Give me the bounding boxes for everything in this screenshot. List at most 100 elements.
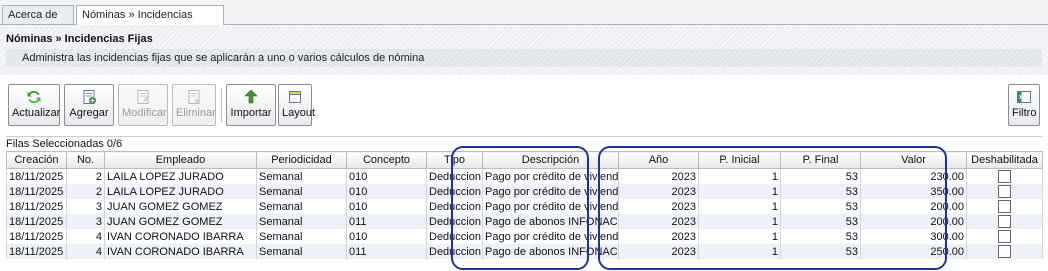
table-row[interactable]: 18/11/2025 4 IVAN CORONADO IBARRA Semana… [6, 229, 1043, 244]
cell-p-final: 53 [780, 244, 861, 259]
cell-no: 3 [66, 199, 105, 214]
disabled-checkbox[interactable] [998, 200, 1011, 213]
add-label: Agregar [69, 107, 109, 119]
disabled-checkbox[interactable] [998, 170, 1011, 183]
cell-p-final: 53 [780, 199, 861, 214]
edit-button[interactable]: Modificar [118, 84, 168, 126]
column-header-concepto[interactable]: Concepto [346, 151, 427, 169]
filter-label: Filtro [1012, 107, 1037, 119]
column-header-p-final[interactable]: P. Final [780, 151, 861, 169]
column-header-tipo[interactable]: Tipo [426, 151, 483, 169]
cell-deshabilitada [966, 214, 1043, 229]
cell-anio: 2023 [618, 229, 699, 244]
cell-p-final: 53 [780, 214, 861, 229]
edit-label: Modificar [122, 107, 167, 119]
import-label: Importar [230, 107, 272, 119]
table-row[interactable]: 18/11/2025 3 JUAN GOMEZ GOMEZ Semanal 01… [6, 199, 1043, 214]
cell-creacion: 18/11/2025 [6, 184, 67, 199]
cell-anio: 2023 [618, 244, 699, 259]
toolbar-separator [221, 88, 222, 122]
column-header-descripcion[interactable]: Descripción [482, 151, 619, 169]
column-header-p-inicial[interactable]: P. Inicial [698, 151, 781, 169]
cell-periodicidad: Semanal [256, 199, 347, 214]
cell-descripcion: Pago de abonos INFONACOT [482, 244, 619, 259]
column-header-empleado[interactable]: Empleado [104, 151, 257, 169]
cell-empleado: IVAN CORONADO IBARRA [104, 229, 257, 244]
filter-button[interactable]: Filtro [1008, 84, 1040, 126]
refresh-button[interactable]: Actualizar [8, 84, 60, 126]
column-header-no[interactable]: No. [66, 151, 105, 169]
cell-p-inicial: 1 [698, 229, 781, 244]
cell-deshabilitada [966, 229, 1043, 244]
cell-creacion: 18/11/2025 [6, 244, 67, 259]
cell-creacion: 18/11/2025 [6, 229, 67, 244]
cell-no: 3 [66, 214, 105, 229]
cell-anio: 2023 [618, 199, 699, 214]
disabled-checkbox[interactable] [998, 245, 1011, 258]
table-row[interactable]: 18/11/2025 4 IVAN CORONADO IBARRA Semana… [6, 244, 1043, 259]
cell-tipo: Deduccion [426, 199, 483, 214]
cell-periodicidad: Semanal [256, 244, 347, 259]
delete-document-icon [188, 90, 200, 104]
cell-empleado: IVAN CORONADO IBARRA [104, 244, 257, 259]
disabled-checkbox[interactable] [998, 185, 1011, 198]
cell-tipo: Deduccion [426, 229, 483, 244]
cell-deshabilitada [966, 244, 1043, 259]
cell-deshabilitada [966, 184, 1043, 199]
column-header-valor[interactable]: Valor [860, 151, 967, 169]
page-title: Nóminas » Incidencias Fijas [6, 33, 153, 45]
column-header-periodicidad[interactable]: Periodicidad [256, 151, 347, 169]
filter-icon [1017, 91, 1031, 103]
page-header: Nóminas » Incidencias Fijas Administra l… [0, 25, 1048, 75]
cell-descripcion: Pago por crédito de vivienda [482, 168, 619, 184]
cell-no: 2 [66, 168, 105, 184]
table-row[interactable]: 18/11/2025 2 LAILA LOPEZ JURADO Semanal … [6, 168, 1043, 184]
cell-concepto: 010 [346, 199, 427, 214]
cell-p-final: 53 [780, 184, 861, 199]
edit-document-icon [137, 90, 150, 104]
cell-empleado: JUAN GOMEZ GOMEZ [104, 214, 257, 229]
cell-p-final: 53 [780, 229, 861, 244]
refresh-label: Actualizar [12, 107, 61, 119]
cell-valor: 200.00 [860, 214, 967, 229]
cell-tipo: Deduccion [426, 184, 483, 199]
import-arrow-icon [244, 89, 258, 104]
cell-creacion: 18/11/2025 [6, 214, 67, 229]
cell-tipo: Deduccion [426, 168, 483, 184]
cell-p-final: 53 [780, 168, 861, 184]
import-button[interactable]: Importar [226, 84, 276, 126]
add-button[interactable]: Agregar [64, 84, 114, 126]
cell-anio: 2023 [618, 214, 699, 229]
column-header-deshabilitada[interactable]: Deshabilitada [966, 151, 1043, 169]
layout-icon [289, 91, 301, 103]
cell-p-inicial: 1 [698, 199, 781, 214]
cell-concepto: 010 [346, 168, 427, 184]
cell-tipo: Deduccion [426, 244, 483, 259]
layout-button[interactable]: Layout [278, 84, 316, 126]
table-row[interactable]: 18/11/2025 3 JUAN GOMEZ GOMEZ Semanal 01… [6, 214, 1043, 229]
delete-button[interactable]: Eliminar [172, 84, 216, 126]
cell-p-inicial: 1 [698, 184, 781, 199]
cell-descripcion: Pago de abonos INFONACOT [482, 214, 619, 229]
cell-valor: 350.00 [860, 184, 967, 199]
toolbar: Actualizar Agregar Modificar Eliminar Im… [0, 82, 1048, 130]
disabled-checkbox[interactable] [998, 215, 1011, 228]
cell-periodicidad: Semanal [256, 229, 347, 244]
cell-periodicidad: Semanal [256, 168, 347, 184]
cell-valor: 300.00 [860, 229, 967, 244]
layout-label: Layout [282, 107, 316, 119]
cell-periodicidad: Semanal [256, 184, 347, 199]
cell-concepto: 011 [346, 214, 427, 229]
cell-no: 4 [66, 244, 105, 259]
cell-valor: 250.00 [860, 244, 967, 259]
column-header-anio[interactable]: Año [618, 151, 699, 169]
column-header-creacion[interactable]: Creación [6, 151, 67, 169]
cell-valor: 200.00 [860, 199, 967, 214]
tab-acerca-de[interactable]: Acerca de [2, 5, 74, 24]
cell-tipo: Deduccion [426, 214, 483, 229]
table-row[interactable]: 18/11/2025 2 LAILA LOPEZ JURADO Semanal … [6, 184, 1043, 199]
cell-anio: 2023 [618, 184, 699, 199]
tab-incidencias-fijas[interactable]: Nóminas » Incidencias Fijas✕ [76, 5, 224, 40]
page-subtitle: Administra las incidencias fijas que se … [6, 49, 1042, 67]
disabled-checkbox[interactable] [998, 230, 1011, 243]
